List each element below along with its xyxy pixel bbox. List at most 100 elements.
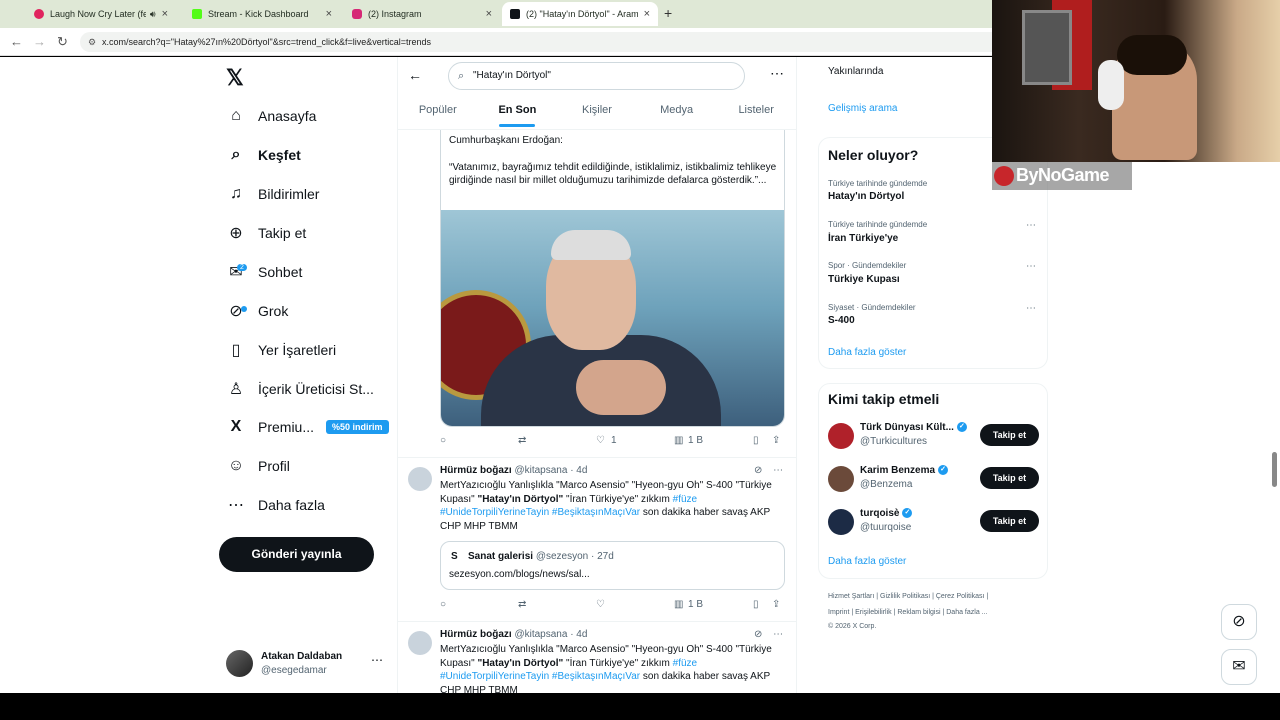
hashtag[interactable]: #BeşiktaşınMaçıVar <box>552 507 640 518</box>
author-name[interactable]: Hürmüz boğazı <box>440 465 512 476</box>
hashtag[interactable]: #UnideTorpiliYerineTayin <box>440 507 549 518</box>
bookmark-icon[interactable]: ▯ <box>753 435 759 446</box>
nav-creator-studio[interactable]: ♙ İçerik Üreticisi St... <box>226 374 374 404</box>
new-tab-icon[interactable]: + <box>664 5 672 21</box>
close-tab-icon[interactable]: × <box>644 8 650 20</box>
like-icon[interactable]: ♡ <box>596 599 605 610</box>
reply-icon[interactable]: ○ <box>440 435 446 446</box>
trend-topic[interactable]: Türkiye Kupası <box>828 274 900 285</box>
more-icon[interactable]: ⋯ <box>1026 303 1036 314</box>
more-icon[interactable]: ⋯ <box>1026 261 1036 272</box>
footer-links[interactable]: Imprint | Erişilebilirlik | Reklam bilgi… <box>828 609 988 616</box>
messages-float-button[interactable]: ✉ <box>1221 649 1257 685</box>
more-icon[interactable]: ⋯ <box>773 465 783 476</box>
grok-icon[interactable]: ⊘ <box>754 629 762 640</box>
trend-topic[interactable]: Hatay'ın Dörtyol <box>828 191 904 202</box>
tab-title: (2) "Hatay'ın Dörtyol" - Arama / <box>526 9 638 19</box>
share-icon[interactable]: ⇪ <box>772 435 780 446</box>
close-tab-icon[interactable]: × <box>162 8 168 20</box>
more-options-icon[interactable]: ⋯ <box>770 65 784 82</box>
author-handle[interactable]: @kitapsana <box>514 465 567 476</box>
reply-icon[interactable]: ○ <box>440 599 446 610</box>
post-time[interactable]: · 4d <box>570 465 587 476</box>
quoted-post-card[interactable]: S Sanat galerisi @sezesyon · 27d sezesyo… <box>440 541 785 590</box>
back-icon[interactable]: ← <box>10 34 23 49</box>
advanced-search-link[interactable]: Gelişmiş arama <box>828 103 897 114</box>
like-count: 1 <box>611 435 617 446</box>
nav-explore[interactable]: ⌕ Keşfet <box>226 140 301 170</box>
site-info-icon[interactable]: ⚙ <box>88 32 96 52</box>
follow-button[interactable]: Takip et <box>980 424 1039 446</box>
nav-profile[interactable]: ☺ Profil <box>226 451 290 481</box>
browser-tab-2[interactable]: Stream - Kick Dashboard × <box>184 2 340 26</box>
grok-float-button[interactable]: ⊘ <box>1221 604 1257 640</box>
nav-home[interactable]: ⌂ Anasayfa <box>226 101 316 131</box>
nav-label: Daha fazla <box>258 497 325 513</box>
forward-icon[interactable]: → <box>33 34 46 49</box>
show-more-suggestions-link[interactable]: Daha fazla göster <box>828 556 906 567</box>
back-arrow-icon[interactable]: ← <box>408 67 422 83</box>
location-option[interactable]: Yakınlarında <box>828 66 883 77</box>
post[interactable]: Hürmüz boğazı @kitapsana · 4d ⊘ ⋯ MertYa… <box>398 629 796 693</box>
repost-icon[interactable]: ⇄ <box>518 599 526 610</box>
browser-tab-4[interactable]: (2) "Hatay'ın Dörtyol" - Arama / × <box>502 2 658 26</box>
views-icon[interactable]: ▥ <box>674 599 683 610</box>
nav-follow[interactable]: ⊕ Takip et <box>226 218 306 248</box>
show-more-trends-link[interactable]: Daha fazla göster <box>828 347 906 358</box>
hashtag[interactable]: #UnideTorpiliYerineTayin <box>440 671 549 682</box>
trend-topic[interactable]: İran Türkiye'ye <box>828 233 898 244</box>
nav-chat[interactable]: ✉ 2 Sohbet <box>226 257 302 287</box>
nav-notifications[interactable]: ♫ Bildirimler <box>226 179 319 209</box>
share-icon[interactable]: ⇪ <box>772 599 780 610</box>
author-handle[interactable]: @kitapsana <box>514 629 567 640</box>
nav-bookmarks[interactable]: ▯ Yer İşaretleri <box>226 335 336 365</box>
post-button[interactable]: Gönderi yayınla <box>219 537 374 572</box>
tab-popular[interactable]: Popüler <box>398 97 478 129</box>
nav-grok[interactable]: ⊘ Grok <box>226 296 288 326</box>
tab-latest[interactable]: En Son <box>478 97 558 129</box>
nav-more[interactable]: ⋯ Daha fazla <box>226 490 325 520</box>
nav-premium[interactable]: X Premiu... %50 indirim <box>226 412 389 442</box>
hashtag[interactable]: #BeşiktaşınMaçıVar <box>552 671 640 682</box>
search-icon: ⌕ <box>458 70 465 82</box>
more-icon[interactable]: ⋯ <box>773 629 783 640</box>
follow-button[interactable]: Takip et <box>980 467 1039 489</box>
like-icon[interactable]: ♡ <box>596 435 605 446</box>
account-switcher[interactable]: Atakan Daldaban @esegedamar ⋯ <box>226 647 391 681</box>
card-link[interactable]: sezesyon.com/blogs/news/sal... <box>449 569 590 580</box>
grok-icon[interactable]: ⊘ <box>754 465 762 476</box>
tab-title: Stream - Kick Dashboard <box>208 9 309 19</box>
more-icon[interactable]: ⋯ <box>371 653 383 667</box>
post-time[interactable]: · 4d <box>570 629 587 640</box>
repost-icon[interactable]: ⇄ <box>518 435 526 446</box>
reload-icon[interactable]: ↻ <box>57 34 68 50</box>
follow-suggestion[interactable]: Türk Dünyası Kült... ✓ @Turkicultures Tak… <box>828 420 1040 452</box>
tab-lists[interactable]: Listeler <box>716 97 796 129</box>
tab-media[interactable]: Medya <box>637 97 717 129</box>
hashtag[interactable]: #füze <box>673 658 697 669</box>
tab-people[interactable]: Kişiler <box>557 97 637 129</box>
post-text-highlight: "Hatay'ın Dörtyol" <box>477 657 564 669</box>
views-icon[interactable]: ▥ <box>674 435 683 446</box>
search-input[interactable]: ⌕ "Hatay'ın Dörtyol" <box>448 62 745 90</box>
scrollbar[interactable] <box>1272 452 1277 487</box>
more-icon[interactable]: ⋯ <box>1026 220 1036 231</box>
hashtag[interactable]: #füze <box>673 494 697 505</box>
browser-tab-1[interactable]: Laugh Now Cry Later (feat. 🔊︎ × <box>26 2 176 26</box>
post-photo[interactable] <box>441 210 784 426</box>
quoted-post[interactable]: Cumhurbaşkanı Erdoğan: “Vatanımız, bayra… <box>440 130 785 427</box>
follow-suggestion[interactable]: Karim Benzema ✓ @Benzema Takip et <box>828 463 1040 495</box>
browser-tab-3[interactable]: (2) Instagram × <box>344 2 500 26</box>
close-tab-icon[interactable]: × <box>486 8 492 20</box>
follow-button[interactable]: Takip et <box>980 510 1039 532</box>
suggestion-handle: @Turkicultures <box>860 436 928 447</box>
avatar[interactable] <box>408 631 432 655</box>
footer-links[interactable]: Hizmet Şartları | Gizlilik Politikası | … <box>828 593 988 600</box>
follow-suggestion[interactable]: turqoisè ✓ @tuurqoise Takip et <box>828 506 1040 538</box>
trend-topic[interactable]: S-400 <box>828 315 855 326</box>
x-logo-icon[interactable]: 𝕏 <box>226 65 244 91</box>
close-tab-icon[interactable]: × <box>326 8 332 20</box>
author-name[interactable]: Hürmüz boğazı <box>440 629 512 640</box>
bookmark-icon[interactable]: ▯ <box>753 599 759 610</box>
avatar[interactable] <box>408 467 432 491</box>
